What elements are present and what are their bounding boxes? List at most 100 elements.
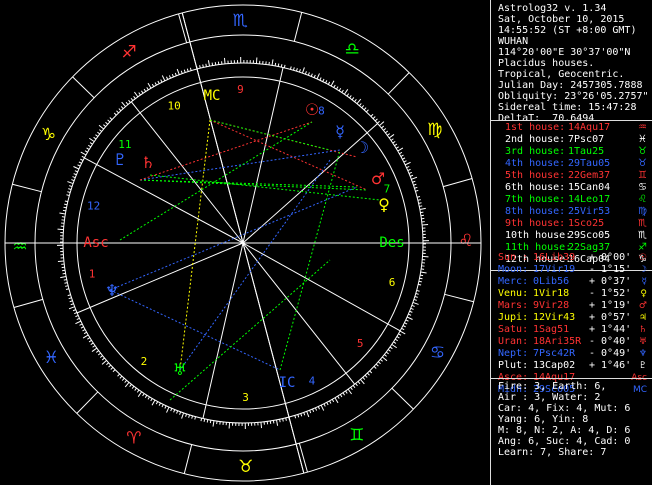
sign-icon: ♊: [638, 170, 647, 181]
stat-line: Fire: 3, Earth: 6,: [498, 381, 607, 392]
header-line: Placidus houses.: [498, 58, 595, 69]
house-cusp-line: [242, 67, 284, 244]
degree-tick: [90, 342, 94, 346]
planet-value: 7Psc42R: [533, 348, 576, 359]
degree-tick: [372, 116, 376, 119]
degree-tick: [277, 63, 280, 67]
planet-label: Venu:: [498, 288, 529, 299]
chart-wheel: ♈♉♊♋♌♍♎♏♐♑♒♓123456789101112Asc DesMCIC☉☿☽…: [4, 4, 482, 482]
house-value: 29Tau05: [568, 158, 611, 169]
degree-tick: [65, 288, 70, 290]
planet-label: Moon:: [498, 264, 529, 275]
house-number: 6: [389, 276, 396, 289]
degree-tick: [313, 74, 316, 78]
sign-glyph-icon: ♋: [430, 343, 445, 363]
degree-tick: [95, 134, 99, 137]
degree-tick: [101, 360, 107, 365]
planet-value: 12Vir43: [533, 312, 576, 323]
degree-tick: [418, 283, 422, 286]
degree-tick: [303, 412, 306, 416]
degree-tick: [416, 289, 420, 292]
degree-tick: [410, 174, 414, 177]
degree-tick: [113, 112, 117, 116]
degree-tick: [63, 206, 67, 209]
degree-tick: [325, 80, 328, 84]
planet-row: Plut: 13Cap02 + 1°46' ♇: [491, 360, 652, 372]
degree-tick: [96, 350, 100, 353]
degree-tick: [405, 319, 409, 322]
degree-tick: [160, 79, 163, 83]
degree-tick: [413, 183, 417, 186]
degree-tick: [64, 282, 68, 284]
degree-tick: [282, 418, 284, 422]
planet-label: Plut:: [498, 360, 529, 371]
degree-tick: [81, 155, 85, 159]
degree-tick: [82, 334, 89, 339]
degree-tick: [401, 327, 405, 331]
degree-tick: [97, 131, 101, 135]
degree-tick: [119, 375, 123, 379]
house-number: 3: [242, 391, 249, 404]
degree-tick: [68, 188, 72, 191]
degree-tick: [140, 90, 144, 94]
sign-icon: ♒: [638, 122, 647, 133]
degree-tick: [188, 414, 191, 418]
house-value: 25Vir53: [568, 206, 611, 217]
degree-tick: [329, 400, 332, 404]
degree-tick: [336, 86, 339, 90]
stat-line: Learn: 7, Share: 7: [498, 447, 607, 458]
house-value: 15Can04: [568, 182, 611, 193]
degree-tick: [211, 62, 214, 66]
degree-tick: [179, 411, 182, 415]
degree-tick: [402, 157, 406, 160]
degree-tick: [399, 330, 406, 335]
planet-icon: ☿: [641, 277, 647, 287]
degree-tick: [57, 260, 64, 263]
planet-label: Satu:: [498, 324, 529, 335]
degree-tick: [71, 179, 75, 182]
house-value: 22Gem37: [568, 170, 611, 181]
house-cusp-line: [130, 101, 244, 244]
degree-tick: [134, 91, 139, 98]
degree-tick: [385, 130, 389, 134]
degree-tick: [99, 129, 103, 132]
planet-icon: ☽: [638, 265, 647, 275]
degree-tick: [310, 73, 313, 77]
degree-tick: [319, 77, 322, 81]
degree-tick: [88, 339, 92, 343]
planet-value: 13Cap02: [533, 360, 576, 371]
sign-divider: [298, 443, 308, 473]
house-cusp-line: [76, 242, 244, 314]
mercury-icon: ☿: [335, 122, 345, 141]
degree-tick: [138, 92, 141, 96]
sign-icon: ♏: [638, 230, 647, 241]
degree-tick: [413, 298, 417, 301]
degree-tick: [377, 120, 380, 124]
mars-icon: ♂: [371, 169, 385, 188]
planet-motion: + 0°37': [589, 276, 632, 287]
house-label: 1st house:: [505, 122, 566, 133]
degree-tick: [297, 414, 300, 418]
degree-tick: [166, 76, 169, 80]
sign-glyph-icon: ♉: [238, 457, 253, 477]
degree-tick: [92, 345, 96, 348]
planet-value: 1Vir18: [533, 288, 570, 299]
house-label: 6th house:: [505, 182, 566, 193]
house-value: 14Aqu17: [568, 122, 611, 133]
degree-tick: [157, 80, 160, 84]
degree-tick: [279, 419, 281, 423]
degree-tick: [394, 143, 398, 147]
degree-tick: [343, 89, 349, 95]
degree-tick: [205, 63, 207, 67]
degree-tick: [121, 101, 126, 107]
planet-motion: - 0°49': [589, 348, 632, 359]
separator: [491, 378, 652, 379]
house-row: 2nd house: 7Psc07 ♓: [491, 134, 652, 146]
house-value: 7Psc07: [568, 134, 605, 145]
degree-tick: [404, 161, 411, 166]
degree-tick: [134, 387, 137, 391]
degree-tick: [168, 75, 172, 79]
degree-tick: [103, 124, 107, 128]
degree-tick: [106, 362, 109, 366]
header-line: Astrolog32 v. 1.34: [498, 3, 607, 14]
